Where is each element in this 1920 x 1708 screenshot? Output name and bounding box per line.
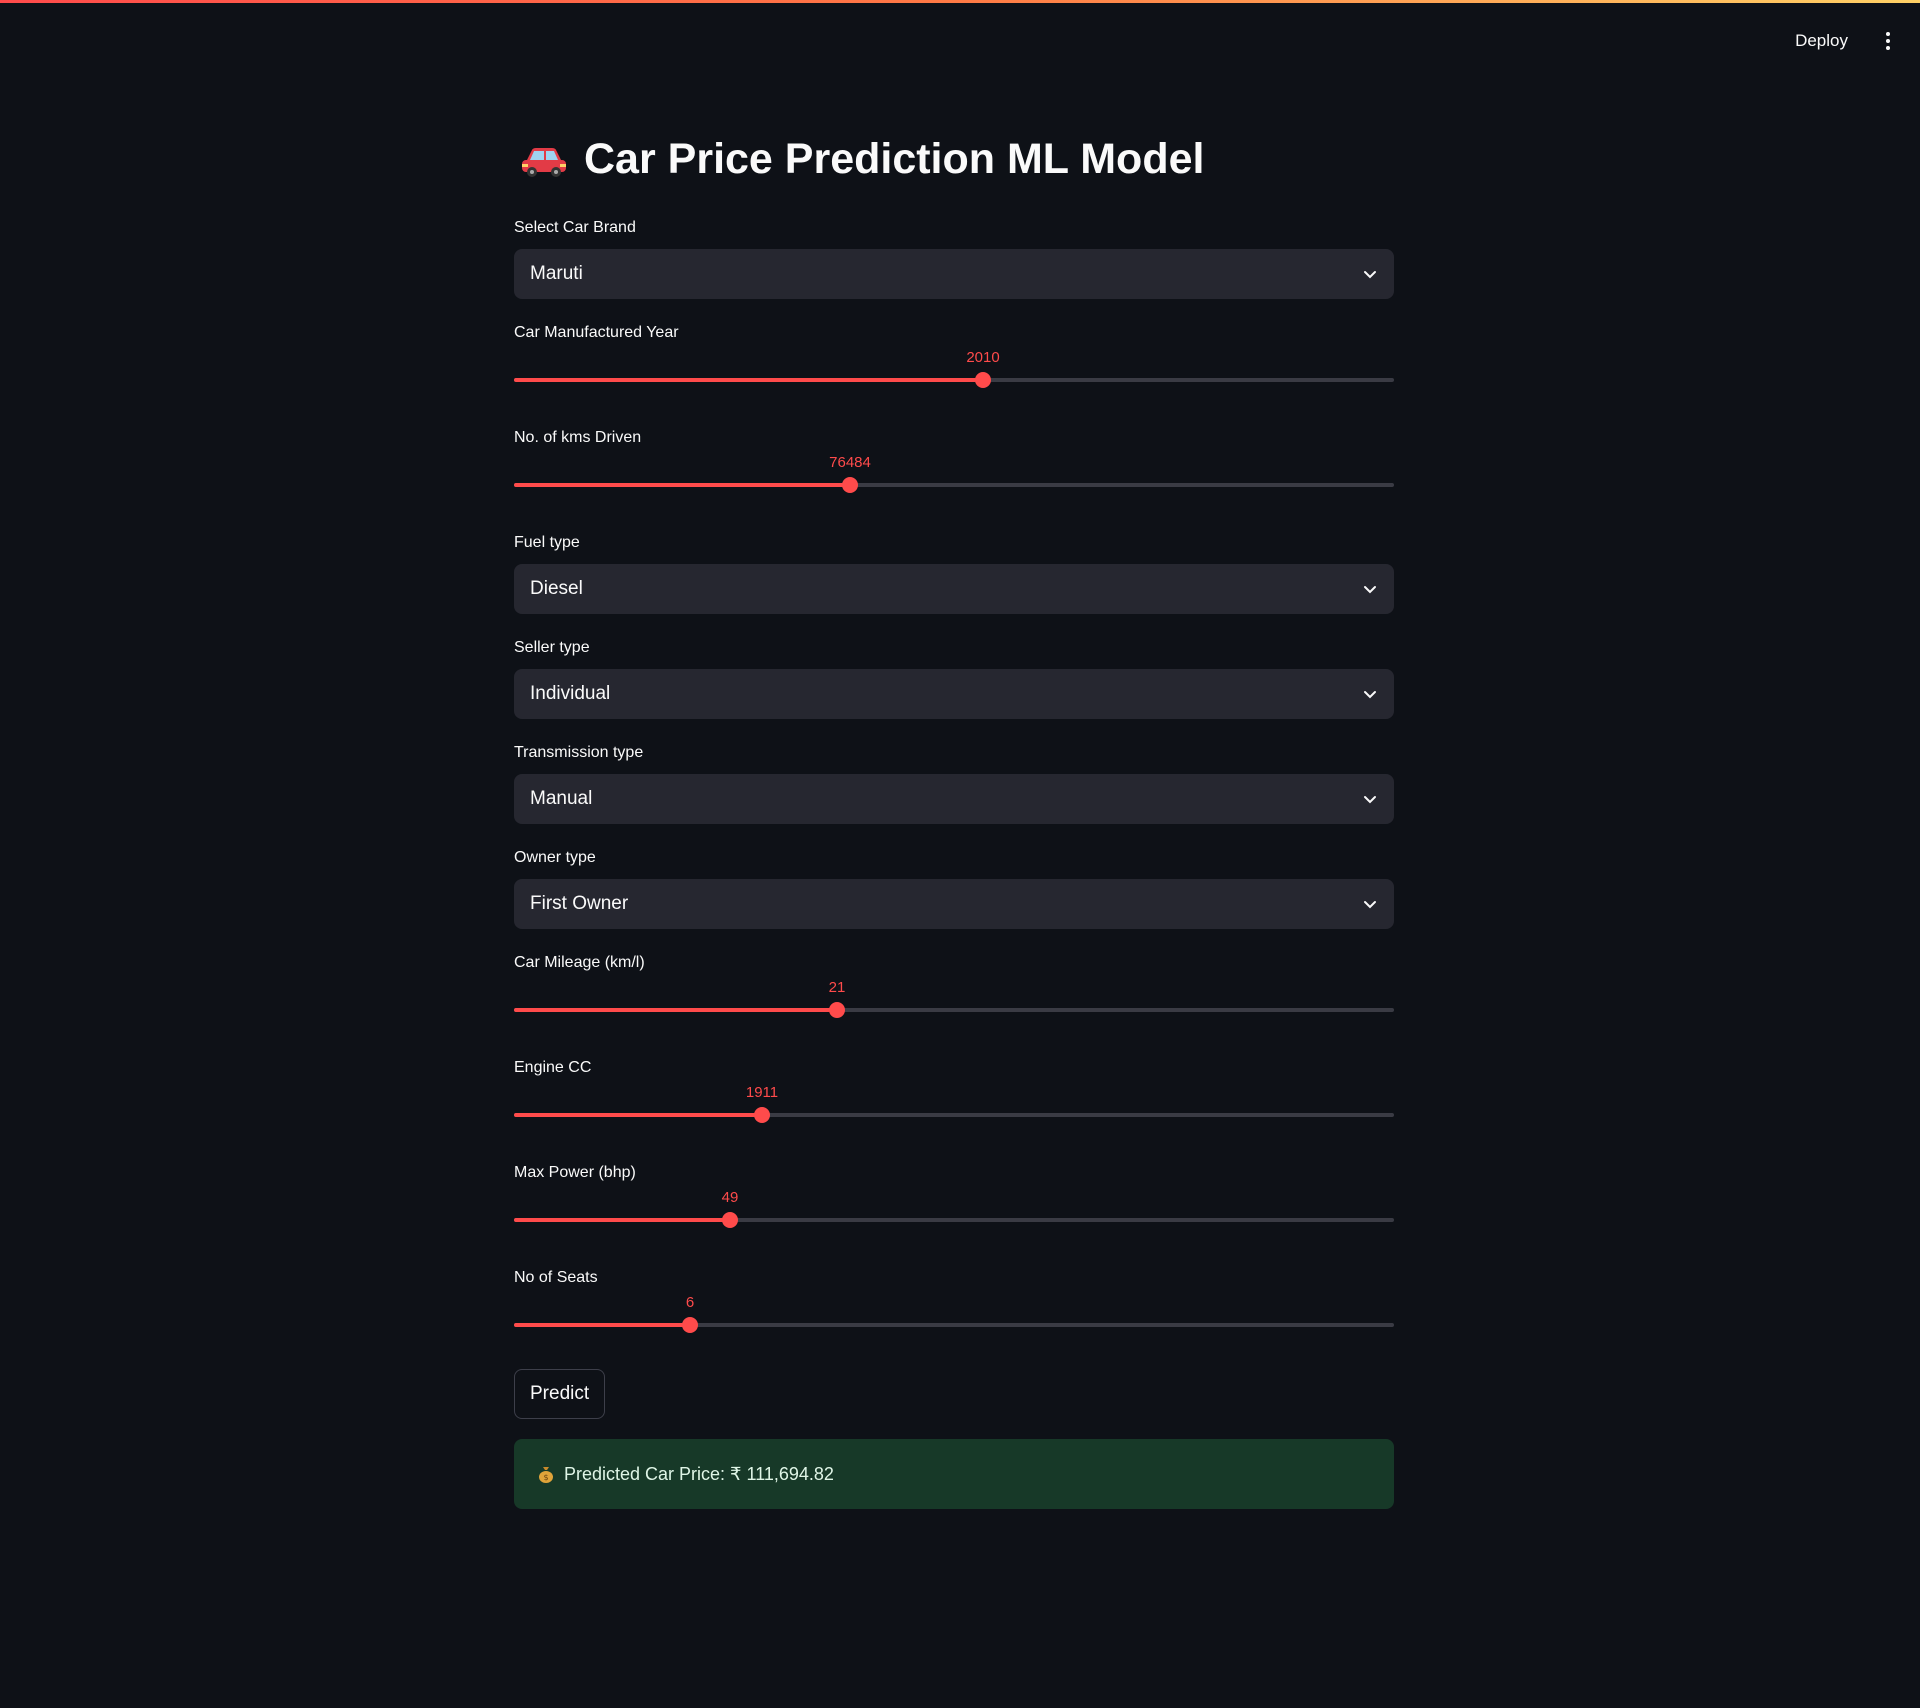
chevron-down-icon bbox=[1364, 691, 1376, 699]
slider-fill bbox=[514, 1113, 762, 1117]
slider-fill bbox=[514, 1218, 730, 1222]
slider-thumb[interactable] bbox=[975, 372, 991, 388]
slider-thumb[interactable] bbox=[722, 1212, 738, 1228]
owner-selected-value: First Owner bbox=[530, 893, 629, 914]
seats-slider[interactable]: 6 bbox=[514, 1294, 1394, 1336]
slider-value: 1911 bbox=[745, 1084, 779, 1101]
chevron-down-icon bbox=[1364, 901, 1376, 909]
more-options-icon[interactable] bbox=[1872, 23, 1904, 59]
kms-slider[interactable]: 76484 bbox=[514, 454, 1394, 496]
page-title-text: Car Price Prediction ML Model bbox=[584, 135, 1205, 183]
page-title: Car Price Prediction ML Model bbox=[520, 135, 1204, 184]
kms-label: No. of kms Driven bbox=[514, 429, 642, 446]
chevron-down-icon bbox=[1364, 271, 1376, 279]
owner-select[interactable]: First Owner bbox=[514, 879, 1394, 929]
transmission-selected-value: Manual bbox=[530, 788, 593, 809]
fuel-selected-value: Diesel bbox=[530, 578, 583, 599]
slider-fill bbox=[514, 1008, 837, 1012]
transmission-label: Transmission type bbox=[514, 744, 644, 761]
slider-fill bbox=[514, 483, 850, 487]
app-header: Deploy bbox=[0, 3, 1920, 75]
brand-select[interactable]: Maruti bbox=[514, 249, 1394, 299]
prediction-result-text: Predicted Car Price: ₹ 111,694.82 bbox=[564, 1463, 834, 1484]
seats-label: No of Seats bbox=[514, 1269, 598, 1286]
slider-fill bbox=[514, 1323, 690, 1327]
deploy-button[interactable]: Deploy bbox=[1783, 23, 1860, 59]
fuel-label: Fuel type bbox=[514, 534, 580, 551]
transmission-select[interactable]: Manual bbox=[514, 774, 1394, 824]
car-icon bbox=[522, 147, 566, 177]
slider-thumb[interactable] bbox=[829, 1002, 845, 1018]
slider-thumb[interactable] bbox=[754, 1107, 770, 1123]
slider-value: 76484 bbox=[829, 454, 871, 471]
power-slider[interactable]: 49 bbox=[514, 1189, 1394, 1231]
slider-value: 21 bbox=[828, 979, 846, 996]
owner-label: Owner type bbox=[514, 849, 596, 866]
slider-value: 2010 bbox=[966, 349, 1000, 366]
power-label: Max Power (bhp) bbox=[514, 1164, 636, 1181]
engine-slider[interactable]: 1911 bbox=[514, 1084, 1394, 1126]
year-slider[interactable]: 2010 bbox=[514, 349, 1394, 391]
svg-text:$: $ bbox=[543, 1473, 548, 1482]
chevron-down-icon bbox=[1364, 796, 1376, 804]
seller-select[interactable]: Individual bbox=[514, 669, 1394, 719]
prediction-result: $ Predicted Car Price: ₹ 111,694.82 bbox=[514, 1439, 1394, 1509]
chevron-down-icon bbox=[1364, 586, 1376, 594]
brand-selected-value: Maruti bbox=[530, 263, 583, 284]
slider-fill bbox=[514, 378, 983, 382]
mileage-label: Car Mileage (km/l) bbox=[514, 954, 645, 971]
slider-value: 49 bbox=[721, 1189, 739, 1206]
year-label: Car Manufactured Year bbox=[514, 324, 679, 341]
mileage-slider[interactable]: 21 bbox=[514, 979, 1394, 1021]
slider-value: 6 bbox=[685, 1294, 695, 1311]
seller-label: Seller type bbox=[514, 639, 590, 656]
brand-label: Select Car Brand bbox=[514, 219, 636, 236]
engine-label: Engine CC bbox=[514, 1059, 592, 1076]
fuel-select[interactable]: Diesel bbox=[514, 564, 1394, 614]
money-bag-icon: $ bbox=[539, 1467, 553, 1483]
slider-thumb[interactable] bbox=[682, 1317, 698, 1333]
slider-thumb[interactable] bbox=[842, 477, 858, 493]
seller-selected-value: Individual bbox=[530, 683, 611, 704]
predict-button[interactable]: Predict bbox=[514, 1369, 606, 1419]
